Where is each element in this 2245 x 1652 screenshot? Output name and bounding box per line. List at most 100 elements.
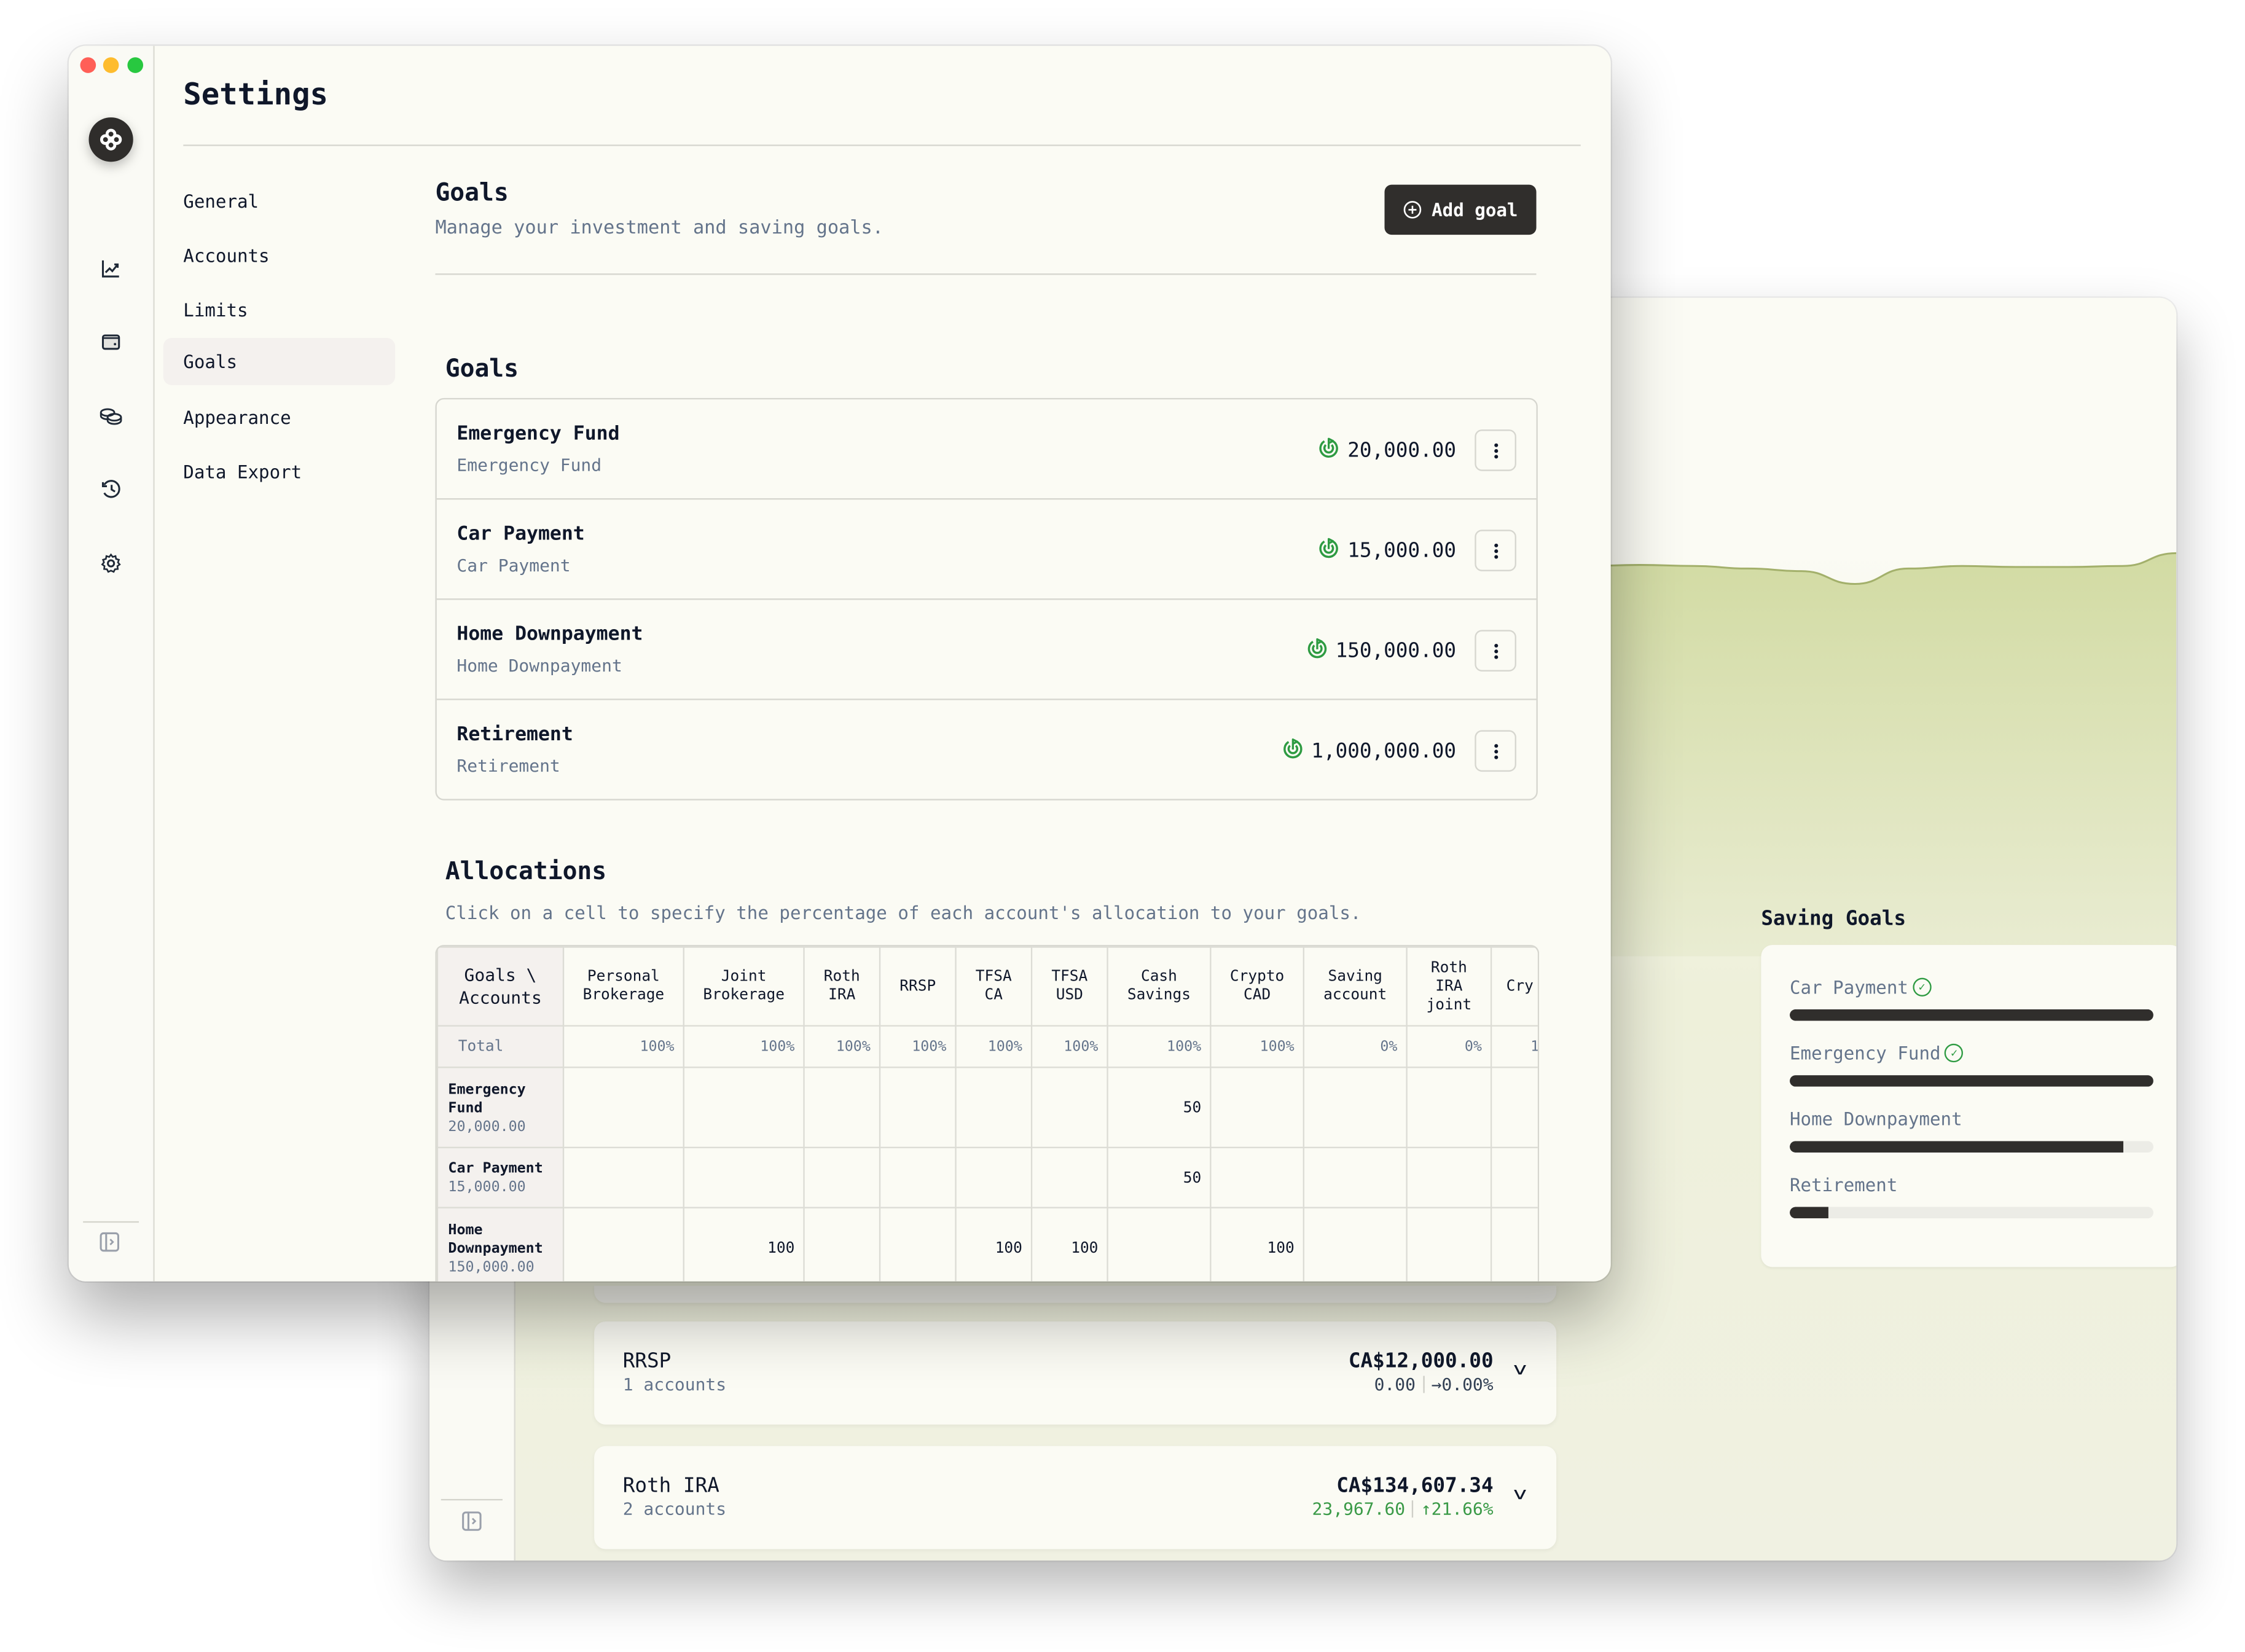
- allocation-cell[interactable]: [1030, 1067, 1108, 1148]
- check-circle-icon: ✓: [1912, 977, 1932, 996]
- nav-item-general[interactable]: General: [163, 178, 396, 225]
- section-description: Manage your investment and saving goals.: [435, 217, 884, 240]
- progress-fill: [1790, 1141, 2123, 1153]
- goal-more-button[interactable]: [1475, 429, 1516, 471]
- allocation-cell[interactable]: [1406, 1146, 1492, 1208]
- coins-icon[interactable]: [97, 402, 123, 428]
- add-goal-button[interactable]: Add goal: [1384, 184, 1537, 235]
- nav-item-data-export[interactable]: Data Export: [163, 448, 396, 495]
- allocation-cell[interactable]: 50: [1107, 1146, 1212, 1208]
- more-vertical-icon: [1494, 643, 1498, 659]
- goal-more-button[interactable]: [1475, 530, 1516, 571]
- account-count: 1 accounts: [622, 1374, 727, 1395]
- plus-circle-icon: [1403, 201, 1421, 219]
- expand-sidebar-icon[interactable]: [99, 1231, 120, 1258]
- app-logo[interactable]: [88, 117, 133, 162]
- allocation-cell[interactable]: 100: [683, 1207, 805, 1282]
- expand-sidebar-icon[interactable]: [461, 1511, 482, 1538]
- allocation-cell[interactable]: [955, 1067, 1033, 1148]
- goal-name: Home Downpayment: [456, 622, 643, 646]
- allocation-cell[interactable]: [1030, 1146, 1108, 1208]
- goal-target-icon: [1317, 437, 1340, 466]
- goal-amount-value: 20,000.00: [1347, 439, 1457, 463]
- allocation-cell[interactable]: 50: [1107, 1067, 1212, 1148]
- goal-amount: 1,000,000.00: [1281, 737, 1456, 766]
- allocation-cell[interactable]: [1303, 1146, 1408, 1208]
- totals-row: Total 100% 100% 100% 100% 100% 100% 100% 100% 0% 0…: [436, 1025, 1538, 1068]
- allocation-cell[interactable]: [1490, 1207, 1538, 1282]
- account-total: 100%: [1030, 1025, 1108, 1068]
- allocation-cell[interactable]: [562, 1146, 684, 1208]
- allocation-cell[interactable]: [562, 1067, 684, 1148]
- nav-item-goals[interactable]: Goals: [163, 337, 396, 385]
- nav-item-appearance[interactable]: Appearance: [163, 394, 396, 441]
- account-card[interactable]: RRSP 1 accounts CA$12,000.00 0.00 →0.00% v: [594, 1321, 1557, 1425]
- goal-amount-value: 1,000,000.00: [1311, 740, 1457, 764]
- allocation-cell[interactable]: [1303, 1207, 1408, 1282]
- app-sidebar: [68, 45, 155, 1282]
- chevron-down-icon[interactable]: v: [1513, 1483, 1527, 1503]
- allocation-cell[interactable]: [879, 1207, 957, 1282]
- allocation-cell[interactable]: [1490, 1146, 1538, 1208]
- account-change-percent: →0.00%: [1431, 1374, 1494, 1395]
- goal-amount: 150,000.00: [1306, 637, 1456, 666]
- settings-icon[interactable]: [97, 550, 123, 576]
- separator: [1422, 1376, 1424, 1393]
- allocation-cell[interactable]: [562, 1207, 684, 1282]
- allocation-cell[interactable]: [1406, 1207, 1492, 1282]
- account-column-header: Roth IRA joint: [1406, 946, 1492, 1027]
- account-total: 100%: [803, 1025, 881, 1068]
- allocation-cell[interactable]: [1107, 1207, 1212, 1282]
- minimize-window-button[interactable]: [103, 57, 119, 73]
- allocation-cell[interactable]: [683, 1146, 805, 1208]
- allocation-cell[interactable]: [803, 1146, 881, 1208]
- saving-goal-name: Emergency Fund: [1790, 1042, 1941, 1064]
- allocations-table-container[interactable]: Goals \ Accounts Personal Brokerage Joint …: [435, 945, 1540, 1282]
- row-goal-amount: 20,000.00: [448, 1119, 526, 1135]
- allocation-cell[interactable]: [803, 1207, 881, 1282]
- divider: [435, 273, 1537, 275]
- account-change: 23,967.60 ↑21.66%: [1312, 1499, 1494, 1519]
- separator: [1412, 1500, 1414, 1518]
- allocation-row: Home Downpayment 150,000.00 100 100 100 100: [436, 1207, 1538, 1282]
- nav-item-accounts[interactable]: Accounts: [163, 232, 396, 280]
- allocation-cell[interactable]: [1406, 1067, 1492, 1148]
- goal-more-button[interactable]: [1475, 730, 1516, 772]
- progress-track: [1790, 1009, 2153, 1021]
- allocation-cell[interactable]: [1210, 1146, 1304, 1208]
- close-window-button[interactable]: [80, 57, 96, 73]
- chart-line-icon[interactable]: [97, 255, 123, 281]
- allocation-cell[interactable]: [879, 1146, 957, 1208]
- progress-fill: [1790, 1009, 2153, 1021]
- saving-goal-item: Home Downpayment: [1790, 1108, 2153, 1153]
- account-column-header: Joint Brokerage: [683, 946, 805, 1027]
- goal-more-button[interactable]: [1475, 630, 1516, 671]
- allocation-cell[interactable]: [1490, 1067, 1538, 1148]
- allocation-cell[interactable]: [879, 1067, 957, 1148]
- allocation-cell[interactable]: [683, 1067, 805, 1148]
- goal-amount: 20,000.00: [1317, 437, 1456, 466]
- account-card[interactable]: Roth IRA 2 accounts CA$134,607.34 23,967.60…: [594, 1446, 1557, 1549]
- saving-goal-label: Car Payment ✓: [1790, 976, 2153, 998]
- logo-icon: [100, 128, 122, 151]
- goal-row: Home Downpayment Home Downpayment 150,000.…: [436, 600, 1537, 700]
- row-goal-label: Emergency Fund 20,000.00: [436, 1067, 565, 1148]
- allocation-cell[interactable]: [1303, 1067, 1408, 1148]
- allocation-cell[interactable]: 100: [1030, 1207, 1108, 1282]
- allocation-cell[interactable]: [803, 1067, 881, 1148]
- corner-header: Goals \ Accounts: [436, 946, 565, 1027]
- maximize-window-button[interactable]: [127, 57, 144, 73]
- wallet-icon[interactable]: [97, 328, 123, 354]
- allocation-cell[interactable]: 100: [955, 1207, 1033, 1282]
- saving-goal-name: Car Payment: [1790, 976, 1908, 998]
- chevron-down-icon[interactable]: v: [1513, 1359, 1527, 1379]
- allocation-cell[interactable]: [1210, 1067, 1304, 1148]
- allocation-cell[interactable]: [955, 1146, 1033, 1208]
- account-change-percent: ↑21.66%: [1420, 1498, 1494, 1519]
- nav-item-limits[interactable]: Limits: [163, 286, 396, 334]
- account-column-header: TFSA USD: [1030, 946, 1108, 1027]
- sidebar-divider: [83, 1221, 139, 1223]
- history-icon[interactable]: [97, 476, 123, 501]
- allocation-cell[interactable]: 100: [1210, 1207, 1304, 1282]
- row-goal-name: Emergency Fund: [448, 1081, 526, 1117]
